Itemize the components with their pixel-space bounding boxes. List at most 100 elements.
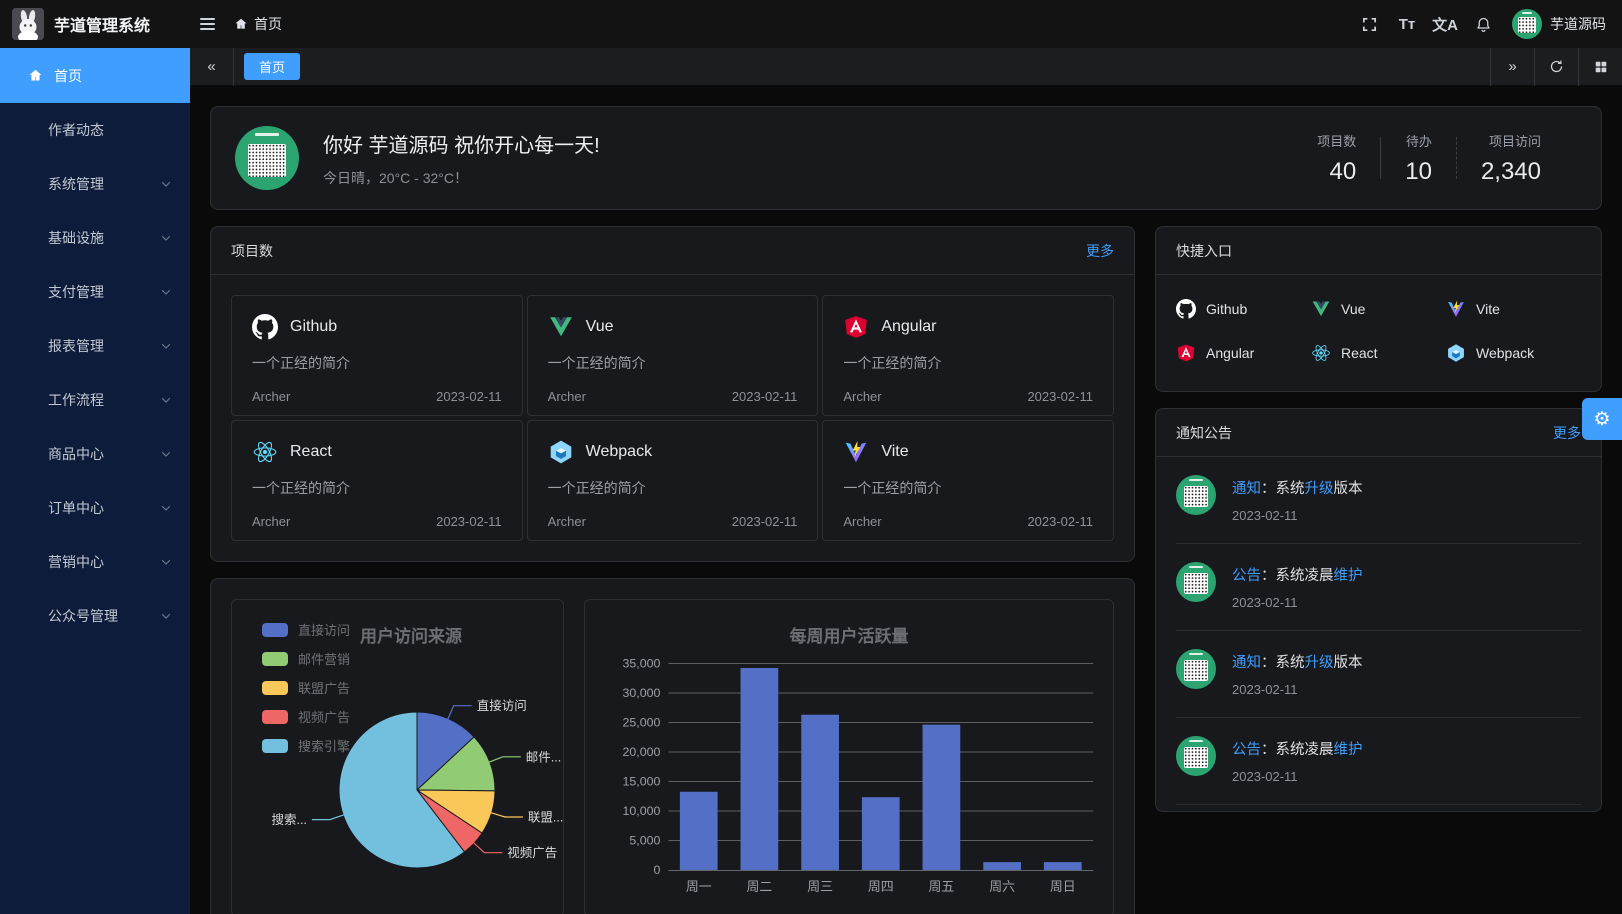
project-desc: 一个正经的简介 bbox=[252, 353, 502, 373]
notice-content: 公告：系统凌晨维护2023-02-11 bbox=[1232, 562, 1363, 610]
app-title: 芋道管理系统 bbox=[54, 12, 150, 36]
project-name: Vue bbox=[586, 318, 614, 336]
pie-chart-card: 用户访问来源 直接访问邮件营销联盟广告视频广告搜索引擎 直接访问邮件...联盟.… bbox=[231, 599, 564, 914]
sidebar-item-marketing[interactable]: 营销中心 bbox=[0, 535, 190, 589]
notification-bell-icon[interactable] bbox=[1466, 0, 1500, 48]
notice-date: 2023-02-11 bbox=[1232, 682, 1363, 697]
sidebar-item-report[interactable]: 报表管理 bbox=[0, 319, 190, 373]
sidebar-item-pay[interactable]: 支付管理 bbox=[0, 265, 190, 319]
svg-text:35,000: 35,000 bbox=[623, 656, 661, 670]
menu-fold-icon[interactable] bbox=[190, 0, 224, 48]
notice-item-2[interactable]: 公告：系统凌晨维护2023-02-11 bbox=[1176, 544, 1581, 631]
layout-grid-button[interactable] bbox=[1578, 48, 1622, 86]
user-name: 芋道源码 bbox=[1550, 14, 1606, 34]
legend-item-视频广告[interactable]: 视频广告 bbox=[262, 707, 350, 726]
sidebar-item-product[interactable]: 商品中心 bbox=[0, 427, 190, 481]
sidebar-item-author-news[interactable]: 作者动态 bbox=[0, 103, 190, 157]
legend-item-邮件营销[interactable]: 邮件营销 bbox=[262, 649, 350, 668]
shortcut-webpack[interactable]: Webpack bbox=[1446, 333, 1581, 373]
legend-item-联盟广告[interactable]: 联盟广告 bbox=[262, 678, 350, 697]
notice-title: 公告：系统凌晨维护 bbox=[1232, 738, 1363, 759]
sidebar-item-order[interactable]: 订单中心 bbox=[0, 481, 190, 535]
tabs-expand-button[interactable]: » bbox=[1490, 48, 1534, 86]
stat-3: 项目访问2,340 bbox=[1457, 131, 1565, 186]
project-date: 2023-02-11 bbox=[732, 389, 798, 404]
project-author: Archer bbox=[548, 514, 586, 529]
github-icon bbox=[1176, 299, 1196, 319]
legend-label: 直接访问 bbox=[298, 620, 350, 639]
shortcut-label: Vite bbox=[1476, 301, 1500, 317]
project-tile-vite[interactable]: Vite一个正经的简介Archer2023-02-11 bbox=[822, 420, 1114, 541]
notices-card: 通知公告 更多 通知：系统升级版本2023-02-11公告：系统凌晨维护2023… bbox=[1155, 408, 1602, 812]
bell-glyph bbox=[1475, 16, 1492, 33]
svg-text:15,000: 15,000 bbox=[623, 774, 661, 788]
shortcut-react[interactable]: React bbox=[1311, 333, 1446, 373]
refresh-button[interactable] bbox=[1534, 48, 1578, 86]
navbar-actions: Tт 文A 芋道源码 bbox=[1352, 0, 1622, 48]
angular-icon bbox=[1176, 343, 1196, 363]
notice-title: 通知：系统升级版本 bbox=[1232, 651, 1363, 672]
tab-home[interactable]: 首页 bbox=[244, 53, 300, 80]
tab-bar: « 首页 » bbox=[190, 48, 1622, 86]
chevron-down-icon bbox=[160, 394, 172, 406]
breadcrumb[interactable]: 首页 bbox=[234, 14, 282, 34]
project-tile-webpack[interactable]: Webpack一个正经的简介Archer2023-02-11 bbox=[527, 420, 819, 541]
legend-item-搜索引擎[interactable]: 搜索引擎 bbox=[262, 736, 350, 755]
sidebar-item-workflow[interactable]: 工作流程 bbox=[0, 373, 190, 427]
user-avatar bbox=[1512, 9, 1542, 39]
shortcut-vue[interactable]: Vue bbox=[1311, 289, 1446, 329]
legend-swatch bbox=[262, 710, 288, 724]
locale-icon[interactable]: 文A bbox=[1428, 0, 1462, 48]
shortcut-label: Webpack bbox=[1476, 345, 1534, 361]
project-author: Archer bbox=[252, 389, 290, 404]
left-column: 项目数 更多 Github一个正经的简介Archer2023-02-11Vue一… bbox=[210, 226, 1135, 914]
svg-text:周六: 周六 bbox=[989, 879, 1015, 894]
project-tile-react[interactable]: React一个正经的简介Archer2023-02-11 bbox=[231, 420, 523, 541]
app-logo[interactable] bbox=[12, 8, 44, 40]
greeting-title: 你好 芋道源码 祝你开心每一天! bbox=[323, 129, 600, 158]
shortcut-angular[interactable]: Angular bbox=[1176, 333, 1311, 373]
projects-card-title: 项目数 bbox=[231, 241, 273, 261]
project-footer: Archer2023-02-11 bbox=[843, 514, 1093, 529]
legend-swatch bbox=[262, 652, 288, 666]
greeting-avatar bbox=[235, 126, 299, 190]
project-name: Webpack bbox=[586, 443, 652, 461]
sidebar-item-system[interactable]: 系统管理 bbox=[0, 157, 190, 211]
sidebar-item-label: 系统管理 bbox=[48, 174, 104, 194]
projects-card-header: 项目数 更多 bbox=[211, 227, 1134, 275]
content: 你好 芋道源码 祝你开心每一天! 今日晴，20°C - 32°C！ 项目数40待… bbox=[190, 86, 1622, 914]
project-tile-angular[interactable]: Angular一个正经的简介Archer2023-02-11 bbox=[822, 295, 1114, 416]
notice-content: 通知：系统升级版本 2023-02-11 bbox=[1232, 649, 1363, 697]
project-tile-vue[interactable]: Vue一个正经的简介Archer2023-02-11 bbox=[527, 295, 819, 416]
notices-more-link[interactable]: 更多 bbox=[1553, 423, 1581, 443]
shortcut-github[interactable]: Github bbox=[1176, 289, 1311, 329]
sidebar-item-infra[interactable]: 基础设施 bbox=[0, 211, 190, 265]
user-menu[interactable]: 芋道源码 bbox=[1512, 9, 1606, 39]
shortcut-vite[interactable]: Vite bbox=[1446, 289, 1581, 329]
notices-list: 通知：系统升级版本2023-02-11公告：系统凌晨维护2023-02-11通知… bbox=[1156, 457, 1601, 811]
tabs: 首页 bbox=[234, 53, 1490, 80]
projects-more-link[interactable]: 更多 bbox=[1086, 241, 1114, 261]
sidebar-item-mp[interactable]: 公众号管理 bbox=[0, 589, 190, 643]
notice-item-1[interactable]: 通知：系统升级版本2023-02-11 bbox=[1176, 457, 1581, 544]
pie-chart-title: 用户访问来源 bbox=[360, 622, 462, 647]
project-tile-github[interactable]: Github一个正经的简介Archer2023-02-11 bbox=[231, 295, 523, 416]
project-tile-head: Vue bbox=[548, 314, 798, 340]
tabs-collapse-button[interactable]: « bbox=[190, 48, 234, 86]
project-name: React bbox=[290, 443, 332, 461]
settings-button[interactable]: ⚙ bbox=[1582, 398, 1622, 440]
notice-date: 2023-02-11 bbox=[1232, 769, 1363, 784]
svg-text:视频广告: 视频广告 bbox=[507, 845, 557, 860]
sidebar-item-home[interactable]: 首页 bbox=[0, 48, 190, 103]
project-date: 2023-02-11 bbox=[1027, 514, 1093, 529]
react-icon bbox=[252, 439, 278, 465]
svg-text:20,000: 20,000 bbox=[623, 745, 661, 759]
fullscreen-glyph bbox=[1361, 16, 1378, 33]
project-name: Github bbox=[290, 318, 337, 336]
notice-item-4[interactable]: 公告：系统凌晨维护 2023-02-11 bbox=[1176, 718, 1581, 805]
notice-item-3[interactable]: 通知：系统升级版本 2023-02-11 bbox=[1176, 631, 1581, 718]
font-size-icon[interactable]: Tт bbox=[1390, 0, 1424, 48]
fullscreen-icon[interactable] bbox=[1352, 0, 1386, 48]
legend-item-直接访问[interactable]: 直接访问 bbox=[262, 620, 350, 639]
greeting-card: 你好 芋道源码 祝你开心每一天! 今日晴，20°C - 32°C！ 项目数40待… bbox=[210, 106, 1602, 210]
